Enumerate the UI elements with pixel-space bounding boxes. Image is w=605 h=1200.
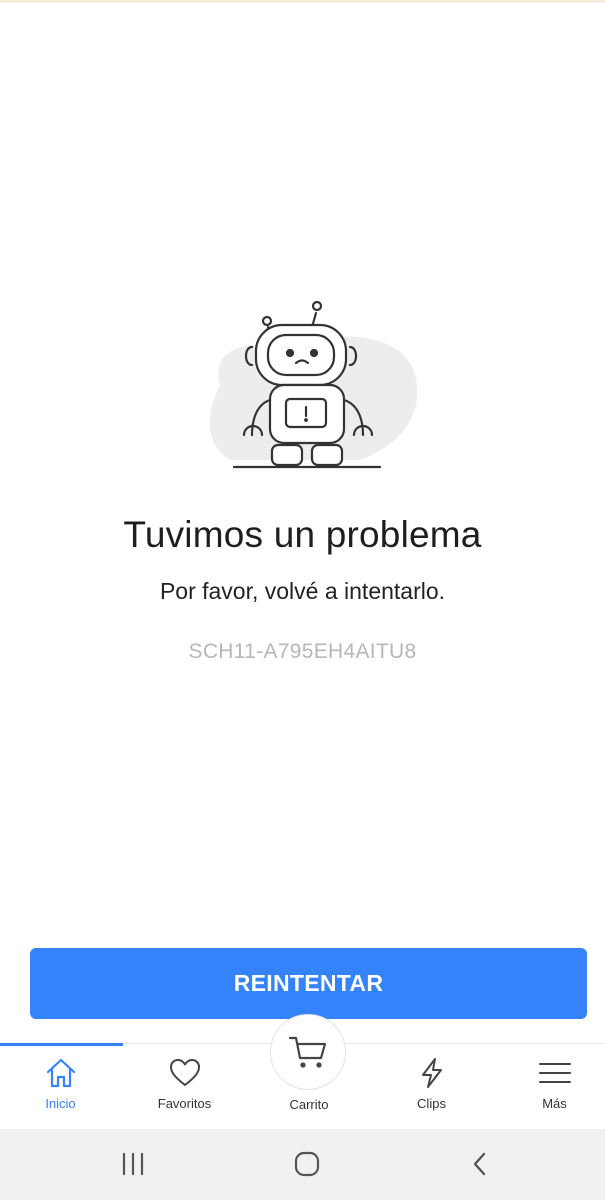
error-title: Tuvimos un problema [123, 514, 482, 555]
heart-icon [169, 1059, 200, 1086]
tab-inicio[interactable]: Inicio [0, 1056, 121, 1126]
tab-label-favoritos: Favoritos [157, 1096, 212, 1111]
tab-label-clips: Clips [417, 1096, 446, 1111]
active-tab-indicator [0, 1043, 123, 1046]
retry-button[interactable]: REINTENTAR [30, 948, 587, 1019]
tab-label-inicio: Inicio [45, 1096, 76, 1111]
tab-carrito[interactable] [270, 1014, 346, 1090]
recent-apps-icon[interactable] [113, 1149, 153, 1179]
error-subtitle: Por favor, volvé a intentarlo. [159, 578, 446, 604]
lightning-icon [421, 1058, 442, 1088]
sad-robot-icon [200, 295, 420, 475]
tab-favoritos[interactable]: Favoritos [124, 1056, 245, 1126]
cart-icon [288, 1036, 327, 1068]
tab-label-carrito: Carrito [289, 1097, 329, 1112]
tab-clips[interactable]: Clips [371, 1056, 492, 1126]
tab-label-mas: Más [542, 1096, 567, 1111]
home-icon [46, 1058, 75, 1088]
tab-mas[interactable]: Más [494, 1056, 605, 1126]
menu-icon [538, 1063, 571, 1083]
home-circle-icon[interactable] [287, 1149, 327, 1179]
system-nav-bar [0, 1129, 605, 1200]
error-code: SCH11-A795EH4AITU8 [188, 640, 417, 663]
status-strip [0, 0, 605, 3]
back-icon[interactable] [460, 1149, 500, 1179]
